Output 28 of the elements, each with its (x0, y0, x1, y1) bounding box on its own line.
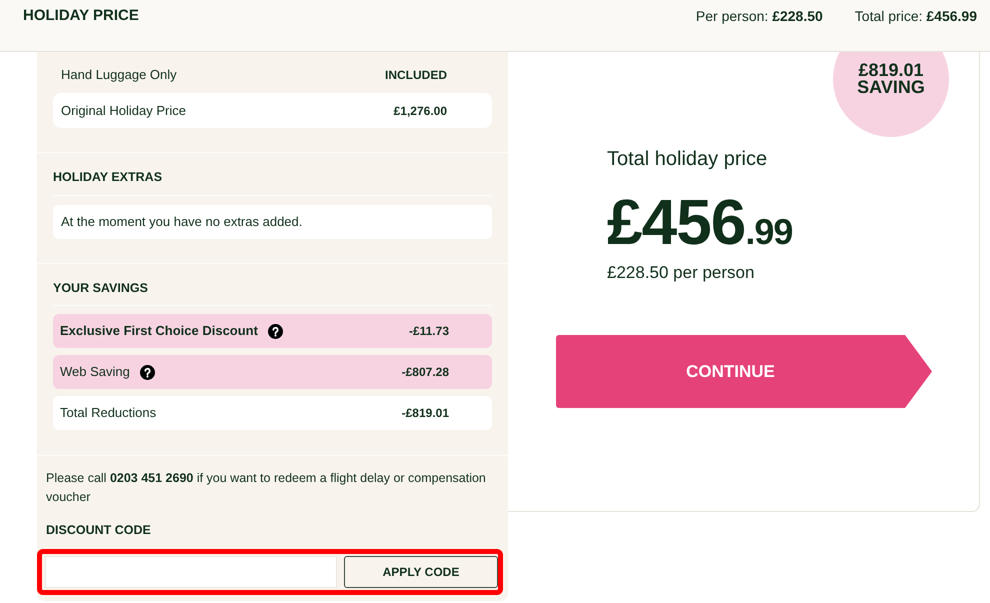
row-value: -£819.01 (402, 405, 449, 422)
saving-amount: £819.01 (858, 62, 924, 79)
row-value: £1,276.00 (394, 102, 447, 120)
total-price-title: Total holiday price (607, 147, 768, 171)
per-person-price: Per person: £228.50 (696, 7, 823, 25)
continue-button[interactable]: CONTINUE (556, 335, 932, 408)
voucher-note: Please call 0203 451 2690 if you want to redeem a flight delay or compensation voucher (45, 470, 487, 506)
section-title: DISCOUNT CODE (46, 523, 151, 537)
help-icon[interactable] (268, 324, 283, 338)
header-total-price: Total price: £456.99 (854, 7, 977, 25)
apply-code-button[interactable]: APPLY CODE (344, 556, 498, 588)
row-value: INCLUDED (385, 66, 447, 84)
row-value: -£807.28 (402, 364, 449, 381)
total-price: £456.99 (607, 190, 792, 254)
section-title: HOLIDAY EXTRAS (53, 170, 162, 184)
discount-code-input[interactable] (45, 556, 337, 588)
row-label: Original Holiday Price (61, 102, 186, 120)
row-label: Exclusive First Choice Discount (60, 322, 258, 340)
row-label: Hand Luggage Only (61, 66, 177, 84)
help-icon[interactable] (140, 364, 155, 380)
saving-label: SAVING (857, 79, 925, 96)
row-label: Web Saving (60, 363, 130, 382)
extras-message: At the moment you have no extras added. (61, 213, 302, 232)
per-person-price: £228.50 per person (607, 262, 754, 284)
row-value: -£11.73 (408, 323, 449, 340)
row-label: Total Reductions (60, 404, 156, 422)
header-title: HOLIDAY PRICE (23, 7, 139, 25)
section-title: YOUR SAVINGS (53, 281, 148, 295)
